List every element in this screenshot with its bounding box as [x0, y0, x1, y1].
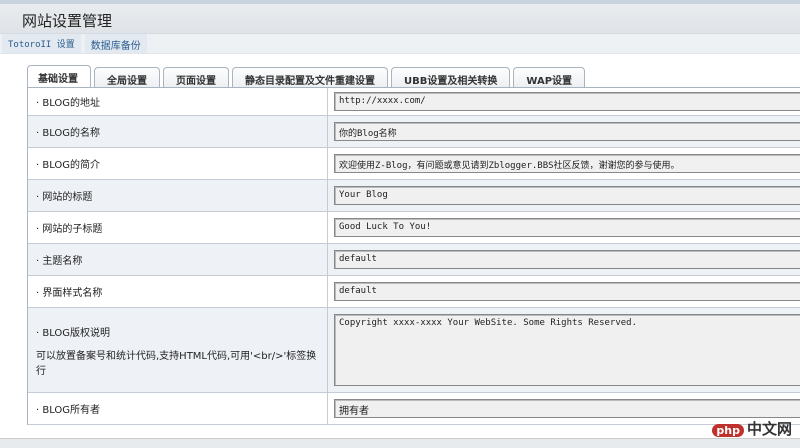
blog-url-input[interactable]: http://xxxx.com/: [334, 92, 800, 111]
setting-row-blog-intro: · BLOG的简介 欢迎使用Z-Blog，有问题或意见请到Zblogger.BB…: [28, 148, 800, 180]
setting-label: · BLOG的名称: [28, 116, 328, 147]
theme-name-input[interactable]: default: [334, 250, 800, 269]
tab-basic-settings[interactable]: 基础设置: [27, 65, 91, 88]
setting-label: · BLOG的地址: [28, 88, 328, 115]
tab-wap-settings[interactable]: WAP设置: [513, 67, 586, 88]
setting-row-site-subtitle: · 网站的子标题 Good Luck To You!: [28, 212, 800, 244]
blog-intro-input[interactable]: 欢迎使用Z-Blog，有问题或意见请到Zblogger.BBS社区反馈，谢谢您的…: [334, 154, 800, 173]
setting-hint: 可以放置备案号和统计代码,支持HTML代码,可用'<br/>'标签换行: [36, 350, 317, 377]
watermark: php 中文网: [712, 418, 792, 439]
horizontal-scrollbar[interactable]: [0, 438, 800, 448]
tab-global-settings[interactable]: 全局设置: [94, 67, 160, 88]
site-title-input[interactable]: Your Blog: [334, 186, 800, 205]
site-subtitle-input[interactable]: Good Luck To You!: [334, 218, 800, 237]
settings-table: · BLOG的地址 http://xxxx.com/ · BLOG的名称 你的B…: [27, 87, 800, 425]
setting-label: · 主题名称: [28, 244, 328, 275]
blog-name-input[interactable]: 你的Blog名称: [334, 122, 800, 141]
setting-label: · BLOG的简介: [28, 148, 328, 179]
setting-row-style-name: · 界面样式名称 default: [28, 276, 800, 308]
sub-navigation: TotoroII 设置 数据库备份: [0, 34, 800, 54]
setting-row-blog-url: · BLOG的地址 http://xxxx.com/: [28, 88, 800, 116]
watermark-logo: php: [712, 424, 744, 437]
setting-row-site-title: · 网站的标题 Your Blog: [28, 180, 800, 212]
page-title: 网站设置管理: [0, 4, 800, 34]
setting-row-copyright: · BLOG版权说明 可以放置备案号和统计代码,支持HTML代码,可用'<br/…: [28, 308, 800, 393]
setting-label: · 界面样式名称: [28, 276, 328, 307]
subnav-database-backup[interactable]: 数据库备份: [84, 34, 147, 53]
blog-owner-input[interactable]: 拥有者: [334, 399, 800, 418]
setting-label: · BLOG所有者: [28, 393, 328, 424]
tab-static-directory-settings[interactable]: 静态目录配置及文件重建设置: [232, 67, 388, 88]
watermark-text: 中文网: [746, 420, 792, 438]
setting-row-blog-owner: · BLOG所有者 拥有者: [28, 393, 800, 425]
setting-label: · 网站的子标题: [28, 212, 328, 243]
setting-label: · 网站的标题: [28, 180, 328, 211]
copyright-textarea[interactable]: Copyright xxxx-xxxx Your WebSite. Some R…: [334, 314, 800, 386]
style-name-input[interactable]: default: [334, 282, 800, 301]
setting-row-theme-name: · 主题名称 default: [28, 244, 800, 276]
settings-tabs: 基础设置 全局设置 页面设置 静态目录配置及文件重建设置 UBB设置及相关转换 …: [27, 65, 586, 88]
setting-row-blog-name: · BLOG的名称 你的Blog名称: [28, 116, 800, 148]
tab-ubb-settings[interactable]: UBB设置及相关转换: [391, 67, 511, 88]
setting-label: · BLOG版权说明: [36, 327, 111, 339]
subnav-totoro-settings[interactable]: TotoroII 设置: [2, 34, 81, 53]
tab-page-settings[interactable]: 页面设置: [163, 67, 229, 88]
